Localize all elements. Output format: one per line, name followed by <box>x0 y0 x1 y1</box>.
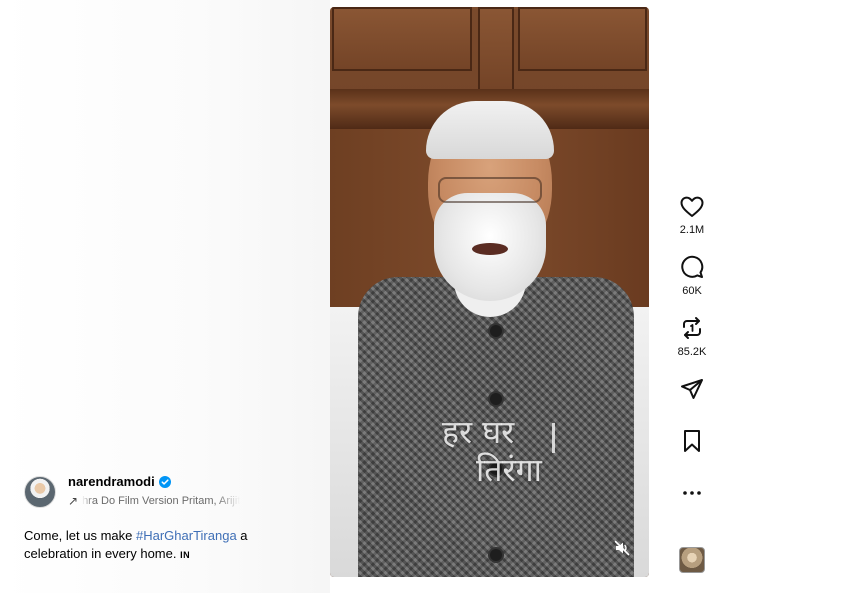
reel-video[interactable]: हर घर तिरंगा <box>330 7 649 577</box>
verified-badge-icon <box>158 476 171 488</box>
wall-panel <box>518 7 647 71</box>
speaker-muted-icon <box>614 540 630 556</box>
audio-link[interactable]: ↗ hra Do Film Version Pritam, Arijit <box>68 492 264 510</box>
save-action[interactable] <box>662 429 722 463</box>
author-meta: narendramodi ↗ hra Do Film Version Prita… <box>68 474 264 510</box>
more-icon <box>683 491 701 495</box>
overlay-line-2: तिरंगा <box>476 451 542 489</box>
comment-count: 60K <box>682 285 702 297</box>
like-count: 2.1M <box>679 224 705 236</box>
author-row: narendramodi ↗ hra Do Film Version Prita… <box>24 474 314 510</box>
audio-title: hra Do Film Version Pritam, Arijit <box>82 495 241 507</box>
avatar[interactable] <box>24 476 56 508</box>
heart-icon <box>680 196 704 217</box>
bookmark-icon <box>684 430 700 452</box>
arrow-up-right-icon: ↗ <box>68 494 79 508</box>
overlay-flag-pole <box>552 423 555 453</box>
jacket-button <box>490 549 502 561</box>
repost-count: 85.2K <box>677 346 707 358</box>
person-glasses <box>438 177 542 203</box>
like-action[interactable]: 2.1M <box>662 196 722 237</box>
comment-icon <box>681 255 704 278</box>
send-icon <box>681 379 703 399</box>
person-mouth <box>472 243 508 255</box>
post-info: narendramodi ↗ hra Do Film Version Prita… <box>24 474 314 564</box>
jacket-button <box>490 325 502 337</box>
wall-panel <box>332 7 472 71</box>
mute-button[interactable] <box>611 537 633 559</box>
caption-hashtag[interactable]: #HarGharTiranga <box>136 528 237 543</box>
username[interactable]: narendramodi <box>68 474 155 490</box>
username-row: narendramodi <box>68 474 264 490</box>
comment-action[interactable]: 60K <box>662 255 722 298</box>
audio-thumbnail[interactable] <box>679 547 705 573</box>
jacket-button <box>490 393 502 405</box>
wall-panel <box>478 7 514 91</box>
repost-action[interactable]: 85.2K <box>662 316 722 359</box>
caption-text-start: Come, let us make <box>24 528 136 543</box>
more-action[interactable] <box>662 481 722 515</box>
india-flag-emoji: IN <box>180 550 191 560</box>
action-rail: 2.1M 60K 85.2K <box>662 196 722 533</box>
repost-icon <box>683 317 701 339</box>
share-action[interactable] <box>662 377 722 411</box>
post-caption: Come, let us make #HarGharTiranga a cele… <box>24 527 284 564</box>
